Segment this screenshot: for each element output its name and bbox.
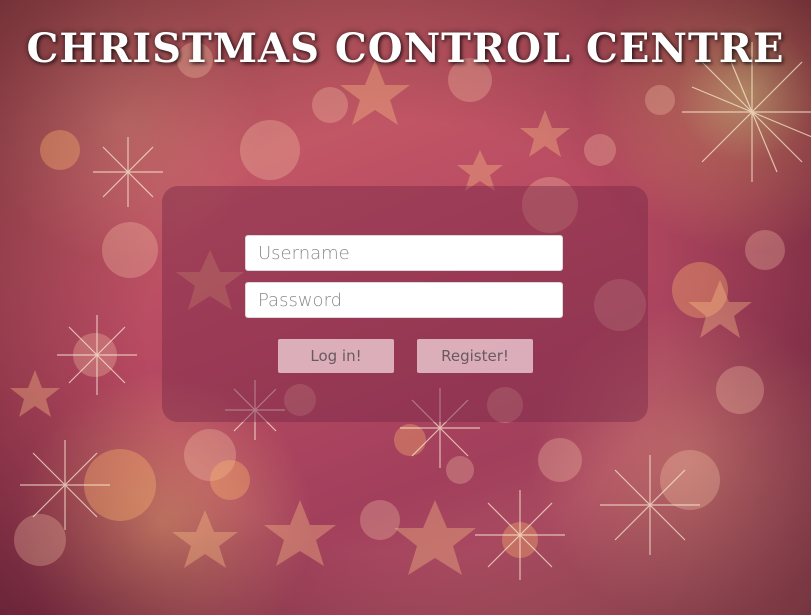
page-title: CHRISTMAS CONTROL CENTRE: [26, 25, 785, 72]
register-button[interactable]: Register!: [417, 339, 533, 373]
username-input[interactable]: [245, 235, 563, 271]
password-input[interactable]: [245, 282, 563, 318]
login-button[interactable]: Log in!: [278, 339, 394, 373]
